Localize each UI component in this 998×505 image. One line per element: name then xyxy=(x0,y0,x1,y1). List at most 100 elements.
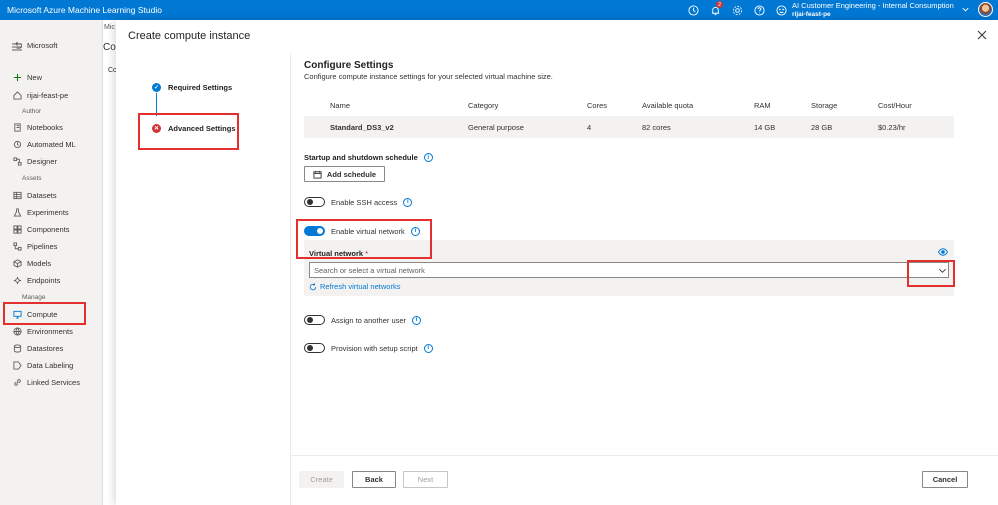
close-icon[interactable] xyxy=(977,30,987,40)
label-icon xyxy=(13,360,22,370)
chevron-down-icon[interactable] xyxy=(938,266,947,275)
step-connector xyxy=(156,93,157,116)
table-row[interactable]: Standard_DS3_v2 General purpose 4 82 cor… xyxy=(304,116,954,138)
step-required-settings[interactable]: ✓ Required Settings xyxy=(152,83,232,92)
info-icon[interactable]: i xyxy=(423,153,433,162)
workspace-name: rijai-feast-pe xyxy=(792,11,831,18)
eye-icon[interactable] xyxy=(938,248,948,256)
column-header: Category xyxy=(468,100,499,110)
column-header: Cost/Hour xyxy=(878,100,912,110)
ssh-toggle[interactable] xyxy=(304,197,325,207)
column-header: Cores xyxy=(587,100,608,110)
refresh-label: Refresh virtual networks xyxy=(320,282,401,291)
nav-datasets[interactable]: Datasets xyxy=(13,188,57,202)
nav-label: Designer xyxy=(27,156,58,166)
back-button[interactable]: Back xyxy=(352,471,396,488)
section-heading: Configure Settings xyxy=(304,60,394,71)
endpoint-icon xyxy=(13,276,22,284)
nav-linked-services[interactable]: Linked Services xyxy=(13,375,80,389)
cancel-button[interactable]: Cancel xyxy=(922,471,968,488)
table-cell: 82 cores xyxy=(642,122,671,132)
nav-section-manage: Manage xyxy=(22,294,46,301)
nav-label: New xyxy=(27,72,43,82)
nav-new[interactable]: New xyxy=(13,70,42,84)
app-title[interactable]: Microsoft Azure Machine Learning Studio xyxy=(0,5,162,15)
nav-label: Components xyxy=(27,224,70,234)
vnet-field-label: Virtual network * xyxy=(309,249,368,258)
nav-endpoints[interactable]: Endpoints xyxy=(13,273,60,287)
assign-row: Assign to another user i xyxy=(304,315,422,325)
bell-icon[interactable]: 2 xyxy=(704,0,726,20)
nav-designer[interactable]: Designer xyxy=(13,154,57,168)
nav-notebooks[interactable]: Notebooks xyxy=(13,120,63,134)
info-icon[interactable]: i xyxy=(423,343,433,353)
nav-environments[interactable]: Environments xyxy=(13,324,73,338)
dialog-divider xyxy=(290,53,291,505)
help-icon[interactable] xyxy=(748,0,770,20)
nav-components[interactable]: Components xyxy=(13,222,70,236)
nav-experiments[interactable]: Experiments xyxy=(13,205,69,219)
nav-label: Environments xyxy=(27,326,73,336)
nav-pipelines[interactable]: Pipelines xyxy=(13,239,57,253)
nav-automated-ml[interactable]: Automated ML xyxy=(13,137,76,151)
nav-label: Datastores xyxy=(27,343,64,353)
schedule-label-row: Startup and shutdown schedule i xyxy=(304,153,433,162)
create-button[interactable]: Create xyxy=(299,471,344,488)
nav-data-labeling[interactable]: Data Labeling xyxy=(13,358,73,372)
nav-label: Compute xyxy=(27,309,58,319)
table-cell: General purpose xyxy=(468,122,524,132)
column-header: Available quota xyxy=(642,100,694,110)
assign-toggle[interactable] xyxy=(304,315,325,325)
vnet-field-label-text: Virtual network xyxy=(309,249,364,258)
nav-workspace[interactable]: rijai-feast-pe xyxy=(13,88,68,102)
datastore-icon xyxy=(13,343,22,353)
info-icon[interactable]: i xyxy=(403,197,413,207)
refresh-vnets-link[interactable]: Refresh virtual networks xyxy=(309,282,400,291)
dialog-title: Create compute instance xyxy=(128,30,251,42)
plus-icon xyxy=(13,73,22,81)
background-breadcrumb: Mic xyxy=(104,24,115,31)
provision-toggle[interactable] xyxy=(304,343,325,353)
home-icon xyxy=(13,90,22,100)
gear-icon[interactable] xyxy=(726,0,748,20)
vnet-search-combobox[interactable]: Search or select a virtual network xyxy=(309,262,949,278)
chevron-down-icon[interactable] xyxy=(961,5,970,14)
dataset-icon xyxy=(13,191,22,199)
info-icon[interactable]: i xyxy=(410,226,420,236)
top-bar: Microsoft Azure Machine Learning Studio … xyxy=(0,0,998,20)
smiley-icon[interactable] xyxy=(770,0,792,20)
ssh-row: Enable SSH access i xyxy=(304,197,413,207)
column-header: Name xyxy=(330,100,351,110)
table-cell: $0.23/hr xyxy=(878,122,906,132)
nav-compute[interactable]: Compute xyxy=(13,307,57,321)
calendar-icon xyxy=(313,170,322,179)
top-bar-icons: 2 xyxy=(682,0,792,20)
flask-icon xyxy=(13,207,22,217)
back-arrow-icon xyxy=(15,41,22,49)
nav-label: Data Labeling xyxy=(27,360,74,370)
nav-label: Microsoft xyxy=(27,40,58,50)
add-schedule-button[interactable]: Add schedule xyxy=(304,166,385,182)
clock-icon[interactable] xyxy=(682,0,704,20)
nav-label: rijai-feast-pe xyxy=(27,90,69,100)
nav-datastores[interactable]: Datastores xyxy=(13,341,63,355)
account-info[interactable]: AI Customer Engineering - Internal Consu… xyxy=(792,1,954,19)
schedule-label: Startup and shutdown schedule xyxy=(304,153,418,162)
environment-icon xyxy=(13,326,22,336)
create-compute-dialog: Create compute instance ✓ Required Setti… xyxy=(116,20,998,505)
refresh-icon xyxy=(309,282,317,290)
vnet-toggle[interactable] xyxy=(304,226,325,236)
left-nav: Microsoft New rijai-feast-pe Author Note… xyxy=(0,20,103,505)
nav-label: Linked Services xyxy=(27,377,80,387)
next-button[interactable]: Next xyxy=(403,471,448,488)
nav-back-microsoft[interactable]: Microsoft xyxy=(13,38,57,52)
vnet-toggle-label: Enable virtual network xyxy=(331,226,405,236)
notification-badge: 2 xyxy=(716,1,723,8)
step-advanced-settings[interactable]: ✕ Advanced Settings xyxy=(152,124,236,133)
avatar[interactable] xyxy=(978,2,993,17)
nav-models[interactable]: Models xyxy=(13,256,51,270)
nav-label: Endpoints xyxy=(27,275,61,285)
nav-label: Automated ML xyxy=(27,139,76,149)
info-icon[interactable]: i xyxy=(412,315,422,325)
nav-section-author: Author xyxy=(22,108,42,115)
